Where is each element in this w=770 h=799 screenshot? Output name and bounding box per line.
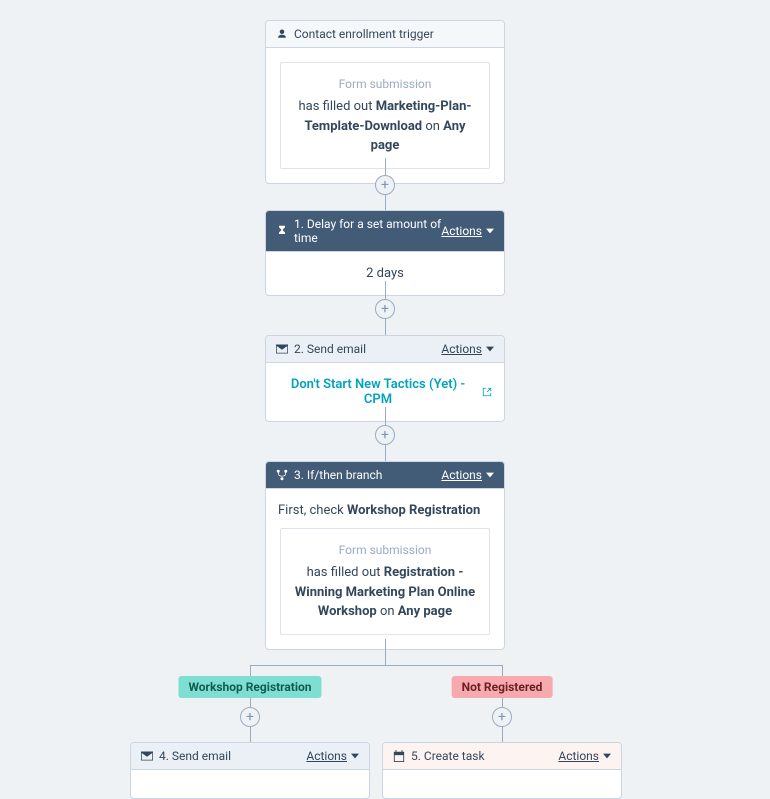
- branch-body: First, check Workshop Registration Form …: [266, 489, 504, 649]
- branch-frame-label: Form submission: [289, 541, 481, 559]
- send-email-2-header-label: 4. Send email: [159, 749, 306, 763]
- add-step-button[interactable]: +: [240, 707, 260, 727]
- chevron-down-icon: [486, 227, 494, 235]
- create-task-actions-menu[interactable]: Actions: [558, 749, 611, 763]
- create-task-body: [383, 770, 621, 798]
- add-step-button[interactable]: +: [375, 425, 395, 445]
- branch-condition-text: has filled out Registration - Winning Ma…: [289, 563, 481, 622]
- send-email-2-body: [131, 770, 369, 798]
- chevron-down-icon: [351, 752, 359, 760]
- branch-header: 3. If/then branch Actions: [266, 462, 504, 489]
- email-template-name: Don't Start New Tactics (Yet) - CPM: [278, 377, 478, 407]
- delay-duration: 2 days: [366, 266, 404, 281]
- branch-yes-pill[interactable]: Workshop Registration: [178, 676, 321, 698]
- send-email-actions-label: Actions: [441, 342, 482, 356]
- add-step-button[interactable]: +: [492, 707, 512, 727]
- send-email-header: 2. Send email Actions: [266, 336, 504, 363]
- send-email-2-actions-menu[interactable]: Actions: [306, 749, 359, 763]
- send-email-header-label: 2. Send email: [294, 342, 441, 356]
- delay-actions-menu[interactable]: Actions: [441, 224, 494, 238]
- send-email-actions-menu[interactable]: Actions: [441, 342, 494, 356]
- trigger-text-mid: on: [422, 119, 443, 134]
- hourglass-icon: [276, 225, 288, 237]
- add-step-button[interactable]: +: [375, 299, 395, 319]
- branch-icon: [276, 469, 288, 481]
- connector: [250, 665, 502, 666]
- branch-no-pill[interactable]: Not Registered: [452, 676, 553, 698]
- workflow-canvas: Contact enrollment trigger Form submissi…: [0, 0, 770, 784]
- email-icon: [276, 344, 288, 354]
- create-task-card[interactable]: 5. Create task Actions: [382, 742, 622, 799]
- trigger-text-pre: has filled out: [298, 99, 375, 114]
- branch-actions-label: Actions: [441, 468, 482, 482]
- connector: [385, 639, 386, 665]
- branch-intro-name: Workshop Registration: [347, 503, 480, 518]
- contact-icon: [276, 28, 288, 40]
- calendar-icon: [393, 750, 405, 762]
- create-task-header: 5. Create task Actions: [383, 743, 621, 770]
- branch-card[interactable]: 3. If/then branch Actions First, check W…: [265, 461, 505, 650]
- chevron-down-icon: [603, 752, 611, 760]
- email-icon: [141, 751, 153, 761]
- create-task-actions-label: Actions: [558, 749, 599, 763]
- send-email-2-actions-label: Actions: [306, 749, 347, 763]
- send-email-2-header: 4. Send email Actions: [131, 743, 369, 770]
- email-template-link[interactable]: Don't Start New Tactics (Yet) - CPM: [278, 377, 492, 407]
- trigger-frame-label: Form submission: [289, 75, 481, 93]
- branch-actions-menu[interactable]: Actions: [441, 468, 494, 482]
- send-email-card-2[interactable]: 4. Send email Actions: [130, 742, 370, 799]
- branch-condition: Form submission has filled out Registrat…: [280, 528, 490, 635]
- branch-page: Any page: [398, 604, 452, 619]
- trigger-condition: Form submission has filled out Marketing…: [280, 62, 490, 169]
- branch-intro: First, check Workshop Registration: [278, 503, 492, 518]
- delay-header-label: 1. Delay for a set amount of time: [294, 217, 441, 245]
- external-link-icon: [482, 387, 492, 397]
- trigger-header: Contact enrollment trigger: [266, 21, 504, 48]
- add-step-button[interactable]: +: [375, 175, 395, 195]
- delay-actions-label: Actions: [441, 224, 482, 238]
- trigger-header-label: Contact enrollment trigger: [294, 27, 494, 41]
- branch-text-mid: on: [377, 604, 398, 619]
- delay-header: 1. Delay for a set amount of time Action…: [266, 211, 504, 252]
- branch-header-label: 3. If/then branch: [294, 468, 441, 482]
- chevron-down-icon: [486, 345, 494, 353]
- branch-text-pre: has filled out: [307, 565, 384, 580]
- branch-intro-pre: First, check: [278, 503, 347, 518]
- chevron-down-icon: [486, 471, 494, 479]
- trigger-condition-text: has filled out Marketing-Plan-Template-D…: [289, 97, 481, 156]
- create-task-header-label: 5. Create task: [411, 749, 558, 763]
